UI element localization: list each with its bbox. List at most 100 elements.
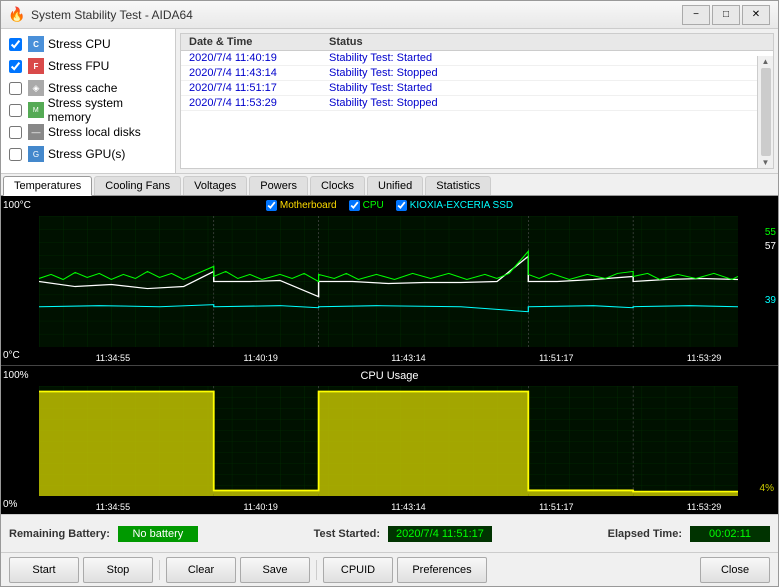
log-row: 2020/7/4 11:53:29 Stability Test: Stoppe… bbox=[181, 96, 773, 111]
temp-value-55: 55 bbox=[765, 226, 776, 240]
cpu-y-bottom: 0% bbox=[3, 499, 37, 510]
cpu-chart-svg bbox=[39, 386, 738, 496]
stress-gpu-checkbox[interactable] bbox=[9, 148, 22, 161]
stress-cpu-option[interactable]: C Stress CPU bbox=[1, 33, 175, 55]
start-button[interactable]: Start bbox=[9, 557, 79, 583]
tab-temperatures[interactable]: Temperatures bbox=[3, 176, 92, 196]
log-time-4: 2020/7/4 11:53:29 bbox=[189, 97, 329, 109]
maximize-button[interactable]: □ bbox=[712, 5, 740, 25]
temp-x-3: 11:43:14 bbox=[391, 353, 425, 363]
legend-ssd: KIOXIA-EXCERIA SSD bbox=[396, 200, 513, 211]
stop-button[interactable]: Stop bbox=[83, 557, 153, 583]
close-button[interactable]: ✕ bbox=[742, 5, 770, 25]
temp-x-axis: 11:34:55 11:40:19 11:43:14 11:51:17 11:5… bbox=[39, 353, 778, 363]
temp-y-bottom: 0°C bbox=[3, 350, 37, 361]
test-started-label: Test Started: bbox=[314, 528, 380, 540]
tab-voltages[interactable]: Voltages bbox=[183, 176, 247, 195]
log-header-time: Date & Time bbox=[189, 36, 329, 48]
log-time-2: 2020/7/4 11:43:14 bbox=[189, 67, 329, 79]
stress-cpu-checkbox[interactable] bbox=[9, 38, 22, 51]
log-status-4: Stability Test: Stopped bbox=[329, 97, 765, 109]
battery-value: No battery bbox=[118, 526, 198, 542]
stress-disk-option[interactable]: — Stress local disks bbox=[1, 121, 175, 143]
stress-gpu-label: Stress GPU(s) bbox=[48, 147, 125, 161]
close-app-button[interactable]: Close bbox=[700, 557, 770, 583]
stress-memory-label: Stress system memory bbox=[48, 96, 167, 124]
charts-section: Motherboard CPU KIOXIA-EXCERIA SSD 100°C… bbox=[1, 196, 778, 514]
log-scrollbar[interactable]: ▲ ▼ bbox=[757, 56, 773, 168]
stress-disk-label: Stress local disks bbox=[48, 125, 141, 139]
legend-cpu-label: CPU bbox=[363, 200, 384, 211]
upper-section: C Stress CPU F Stress FPU ◈ Stress cache… bbox=[1, 29, 778, 174]
log-status-3: Stability Test: Started bbox=[329, 82, 765, 94]
tab-unified[interactable]: Unified bbox=[367, 176, 423, 195]
cache-icon: ◈ bbox=[28, 80, 44, 96]
test-started-value: 2020/7/4 11:51:17 bbox=[388, 526, 492, 542]
log-time-1: 2020/7/4 11:40:19 bbox=[189, 52, 329, 64]
cpu-x-3: 11:43:14 bbox=[391, 502, 425, 512]
log-header: Date & Time Status bbox=[181, 34, 773, 51]
temp-y-axis: 100°C 0°C bbox=[1, 196, 39, 365]
temp-values-right: 55 57 39 bbox=[765, 226, 776, 308]
log-row: 2020/7/4 11:51:17 Stability Test: Starte… bbox=[181, 81, 773, 96]
stress-options-panel: C Stress CPU F Stress FPU ◈ Stress cache… bbox=[1, 29, 176, 173]
tab-clocks[interactable]: Clocks bbox=[310, 176, 365, 195]
cpu-x-axis: 11:34:55 11:40:19 11:43:14 11:51:17 11:5… bbox=[39, 502, 778, 512]
cpu-x-1: 11:34:55 bbox=[96, 502, 130, 512]
clear-button[interactable]: Clear bbox=[166, 557, 236, 583]
cpu-y-axis: 100% 0% bbox=[1, 366, 39, 514]
legend-cpu: CPU bbox=[349, 200, 384, 211]
legend-ssd-label: KIOXIA-EXCERIA SSD bbox=[410, 200, 513, 211]
stress-gpu-option[interactable]: G Stress GPU(s) bbox=[1, 143, 175, 165]
temp-x-4: 11:51:17 bbox=[539, 353, 573, 363]
legend-motherboard: Motherboard bbox=[266, 200, 337, 211]
minimize-button[interactable]: − bbox=[682, 5, 710, 25]
legend-ssd-checkbox[interactable] bbox=[396, 200, 407, 211]
scroll-up-arrow[interactable]: ▲ bbox=[762, 57, 770, 66]
tab-statistics[interactable]: Statistics bbox=[425, 176, 491, 195]
stress-memory-checkbox[interactable] bbox=[9, 104, 22, 117]
elapsed-value: 00:02:11 bbox=[690, 526, 770, 542]
tab-cooling-fans[interactable]: Cooling Fans bbox=[94, 176, 181, 195]
scroll-down-arrow[interactable]: ▼ bbox=[762, 158, 770, 167]
elapsed-label: Elapsed Time: bbox=[608, 528, 682, 540]
window-controls: − □ ✕ bbox=[682, 5, 770, 25]
temp-x-5: 11:53:29 bbox=[687, 353, 721, 363]
log-time-3: 2020/7/4 11:51:17 bbox=[189, 82, 329, 94]
tab-powers[interactable]: Powers bbox=[249, 176, 308, 195]
preferences-button[interactable]: Preferences bbox=[397, 557, 487, 583]
temp-value-57: 57 bbox=[765, 240, 776, 254]
status-bar: Remaining Battery: No battery Test Start… bbox=[1, 514, 778, 552]
stress-cpu-label: Stress CPU bbox=[48, 37, 111, 51]
stress-fpu-option[interactable]: F Stress FPU bbox=[1, 55, 175, 77]
log-scroll-area[interactable]: 2020/7/4 11:40:19 Stability Test: Starte… bbox=[181, 51, 773, 163]
temp-x-2: 11:40:19 bbox=[244, 353, 278, 363]
log-header-status: Status bbox=[329, 36, 749, 48]
temp-value-39: 39 bbox=[765, 294, 776, 308]
main-window: 🔥 System Stability Test - AIDA64 − □ ✕ C… bbox=[0, 0, 779, 587]
tabs-bar: Temperatures Cooling Fans Voltages Power… bbox=[1, 174, 778, 196]
stress-fpu-label: Stress FPU bbox=[48, 59, 109, 73]
temperature-chart: Motherboard CPU KIOXIA-EXCERIA SSD 100°C… bbox=[1, 196, 778, 366]
log-status-1: Stability Test: Started bbox=[329, 52, 765, 64]
separator-2 bbox=[316, 560, 317, 580]
disk-icon: — bbox=[28, 124, 44, 140]
stress-disk-checkbox[interactable] bbox=[9, 126, 22, 139]
stress-memory-option[interactable]: M Stress system memory bbox=[1, 99, 175, 121]
save-button[interactable]: Save bbox=[240, 557, 310, 583]
cpuid-button[interactable]: CPUID bbox=[323, 557, 393, 583]
legend-motherboard-checkbox[interactable] bbox=[266, 200, 277, 211]
legend-cpu-checkbox[interactable] bbox=[349, 200, 360, 211]
temp-x-1: 11:34:55 bbox=[96, 353, 130, 363]
temp-chart-svg bbox=[39, 216, 738, 347]
temp-chart-legend: Motherboard CPU KIOXIA-EXCERIA SSD bbox=[1, 200, 778, 211]
battery-label: Remaining Battery: bbox=[9, 528, 110, 540]
memory-icon: M bbox=[28, 102, 44, 118]
cpu-chart-title: CPU Usage bbox=[1, 370, 778, 382]
stress-fpu-checkbox[interactable] bbox=[9, 60, 22, 73]
log-row: 2020/7/4 11:40:19 Stability Test: Starte… bbox=[181, 51, 773, 66]
stress-cache-checkbox[interactable] bbox=[9, 82, 22, 95]
title-bar: 🔥 System Stability Test - AIDA64 − □ ✕ bbox=[1, 1, 778, 29]
app-icon: 🔥 bbox=[9, 7, 25, 23]
cpu-chart: CPU Usage 100% 0% bbox=[1, 366, 778, 514]
